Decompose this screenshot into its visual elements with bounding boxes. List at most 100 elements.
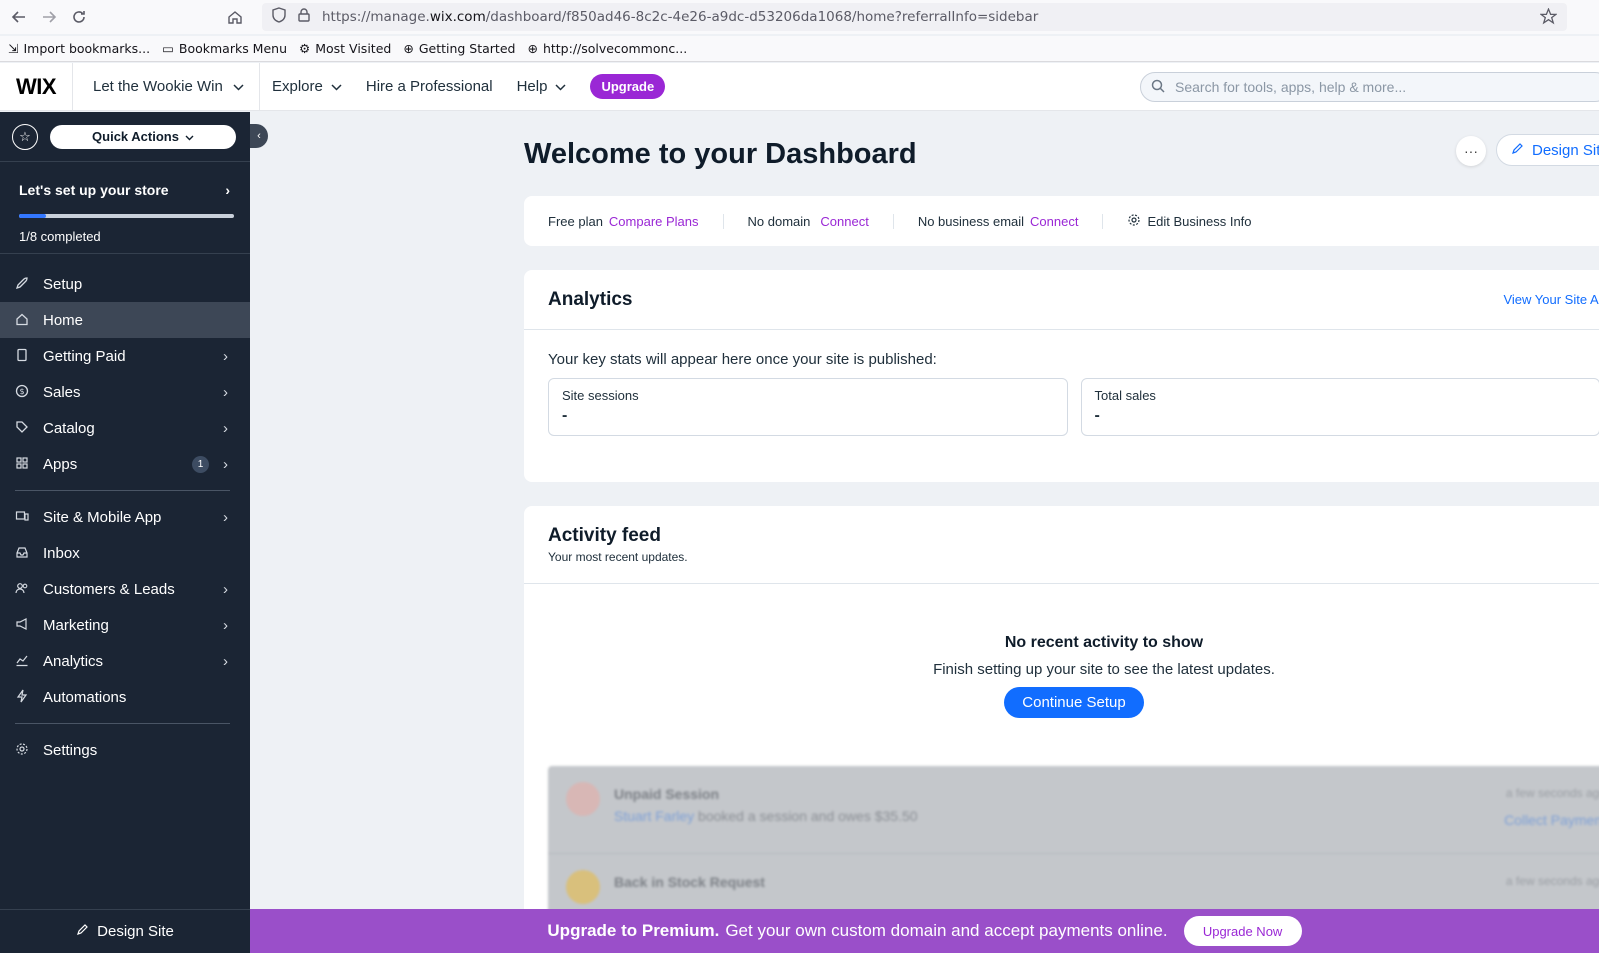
sidebar-item-label: Getting Paid (43, 347, 126, 365)
activity-subtitle: Your most recent updates. (548, 550, 688, 564)
sidebar-item-label: Marketing (43, 616, 109, 634)
bookmark-most-visited[interactable]: ⚙ Most Visited (299, 41, 391, 56)
plan-label: Free plan (548, 213, 603, 229)
setup-store-card[interactable]: Let's set up your store › 1/8 completed (0, 162, 250, 254)
site-info-bar: Free plan Compare Plans No domain Connec… (524, 196, 1599, 246)
devices-icon (15, 509, 43, 526)
site-selector[interactable]: Let the Wookie Win (72, 62, 260, 111)
sidebar-item-apps[interactable]: Apps 1 › (0, 446, 250, 482)
folder-icon: ▭ (162, 41, 174, 56)
sidebar-item-label: Setup (43, 275, 83, 293)
connect-email-link[interactable]: Connect (1030, 214, 1078, 229)
upgrade-banner: Upgrade to Premium. Get your own custom … (250, 909, 1599, 953)
search-input[interactable]: Search for tools, apps, help & more... (1140, 72, 1599, 102)
page-title: Welcome to your Dashboard (524, 138, 917, 170)
activity-feed-card: Activity feed Your most recent updates. … (524, 506, 1599, 953)
calendar-icon (566, 782, 600, 816)
chevron-right-icon: › (223, 455, 228, 473)
wix-logo[interactable]: WIX (0, 63, 72, 111)
sidebar-item-catalog[interactable]: Catalog › (0, 410, 250, 446)
sidebar-item-inbox[interactable]: Inbox (0, 535, 250, 571)
lock-icon[interactable] (298, 8, 310, 26)
upgrade-button[interactable]: Upgrade (590, 74, 666, 99)
chevron-down-icon (185, 129, 194, 144)
chevron-right-icon: › (223, 383, 228, 401)
pencil-icon (76, 923, 89, 940)
stat-label: Site sessions (562, 388, 639, 403)
compare-plans-link[interactable]: Compare Plans (609, 214, 699, 229)
sidebar-item-label: Automations (43, 688, 127, 706)
sidebar-item-sales[interactable]: $ Sales › (0, 374, 250, 410)
gear-icon: ⚙ (299, 41, 311, 56)
design-site-button[interactable]: Design Sit (1496, 134, 1599, 166)
globe-icon: ⊕ (403, 41, 414, 56)
activity-item-time: a few seconds ago (1505, 874, 1599, 888)
design-site-footer-button[interactable]: Design Site (0, 909, 250, 953)
sidebar-item-label: Analytics (43, 652, 104, 670)
activity-item-text: Stuart Farley booked a session and owes … (614, 808, 918, 824)
home-icon[interactable] (220, 2, 250, 32)
more-actions-button[interactable]: ··· (1456, 136, 1486, 166)
bookmark-menu[interactable]: ▭ Bookmarks Menu (162, 41, 287, 56)
sidebar-item-settings[interactable]: Settings (0, 732, 250, 768)
view-analytics-link[interactable]: View Your Site Analytics (1503, 292, 1599, 307)
sidebar-item-customers-leads[interactable]: Customers & Leads › (0, 571, 250, 607)
import-icon: ⇲ (8, 41, 19, 56)
sidebar-item-analytics[interactable]: Analytics › (0, 643, 250, 679)
upgrade-now-button[interactable]: Upgrade Now (1183, 916, 1302, 946)
activity-item-time: a few seconds ago (1505, 786, 1599, 800)
chevron-right-icon: › (223, 347, 228, 365)
explore-menu[interactable]: Explore (272, 78, 342, 95)
edit-business-info-button[interactable]: Edit Business Info (1127, 213, 1275, 230)
reload-icon[interactable] (64, 2, 94, 32)
empty-state-subtitle: Finish setting up your site to see the l… (933, 661, 1275, 678)
setup-progress-bar (19, 214, 234, 218)
chevron-right-icon: › (223, 508, 228, 526)
quick-actions-label: Quick Actions (92, 129, 179, 144)
email-label: No business email (917, 213, 1025, 229)
back-icon[interactable] (4, 2, 34, 32)
sidebar-item-label: Apps (43, 455, 78, 473)
chevron-down-icon (233, 78, 244, 95)
sidebar-item-site-mobile-app[interactable]: Site & Mobile App › (0, 499, 250, 535)
bookmark-solvecommon[interactable]: ⊕ http://solvecommonc... (527, 41, 687, 56)
stats-note: Your key stats will appear here once you… (548, 351, 937, 368)
basket-icon (566, 870, 600, 904)
bookmark-import[interactable]: ⇲ Import bookmarks... (8, 41, 150, 56)
sidebar-item-automations[interactable]: Automations (0, 679, 250, 715)
sidebar-item-getting-paid[interactable]: Getting Paid › (0, 338, 250, 374)
sidebar-item-marketing[interactable]: Marketing › (0, 607, 250, 643)
activity-item-title: Unpaid Session (614, 786, 720, 802)
stat-label: Total sales (1094, 388, 1156, 403)
chart-icon (15, 653, 43, 670)
design-site-label: Design Sit (1532, 141, 1599, 159)
bookmark-getting-started[interactable]: ⊕ Getting Started (403, 41, 515, 56)
stat-value: - (1094, 407, 1100, 424)
address-bar[interactable]: https://manage.wix.com/dashboard/f850ad4… (262, 3, 1567, 31)
sidebar-item-label: Sales (43, 383, 81, 401)
sidebar-item-home[interactable]: Home (0, 302, 250, 338)
inbox-icon (15, 545, 43, 562)
home-icon (15, 312, 43, 329)
main-content: Welcome to your Dashboard ··· Design Sit… (250, 112, 1599, 953)
shield-icon[interactable] (272, 7, 286, 27)
setup-progress-text: 1/8 completed (19, 229, 101, 244)
bookmarks-bar: ⇲ Import bookmarks... ▭ Bookmarks Menu ⚙ Mo… (0, 36, 1599, 62)
quick-actions-button[interactable]: Quick Actions (50, 124, 236, 149)
continue-setup-button[interactable]: Continue Setup (1004, 687, 1144, 718)
banner-message: Get your own custom domain and accept pa… (725, 921, 1168, 940)
sidebar-divider (15, 723, 230, 724)
help-menu[interactable]: Help (517, 78, 567, 95)
connect-domain-link[interactable]: Connect (820, 214, 868, 229)
analytics-card: Analytics View Your Site Analytics Your … (524, 270, 1599, 482)
sidebar: ☆ Quick Actions Let's set up your store … (0, 112, 250, 953)
sidebar-item-setup[interactable]: Setup (0, 266, 250, 302)
favorites-star-icon[interactable]: ☆ (12, 123, 38, 150)
list-item: Unpaid Session Stuart Farley booked a se… (548, 766, 1599, 854)
globe-icon: ⊕ (527, 41, 538, 56)
hire-professional-link[interactable]: Hire a Professional (366, 78, 493, 95)
bookmark-star-icon[interactable] (1539, 7, 1558, 29)
chevron-right-icon: › (223, 616, 228, 634)
forward-icon[interactable] (34, 2, 64, 32)
sidebar-item-label: Customers & Leads (43, 580, 175, 598)
